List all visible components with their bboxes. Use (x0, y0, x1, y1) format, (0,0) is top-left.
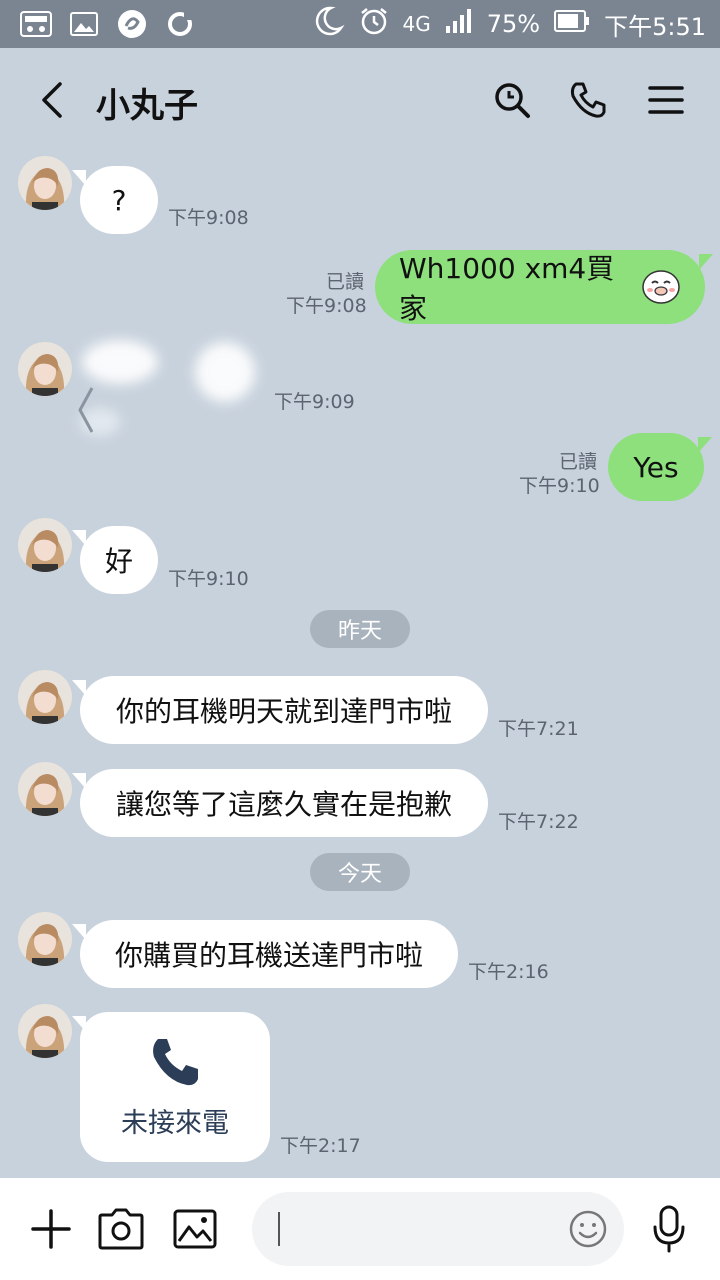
read-receipt: 已讀 下午9:10 (519, 451, 600, 497)
message-text: 你購買的耳機送達門市啦 (114, 939, 423, 972)
contact-avatar[interactable] (18, 912, 72, 966)
contact-avatar[interactable] (18, 1004, 72, 1058)
message-text: 讓您等了這麼久實在是抱歉 (115, 788, 452, 821)
message-bubble[interactable]: ? (72, 166, 158, 234)
message-bubble[interactable]: 你的耳機明天就到達門市啦 (72, 676, 488, 744)
text-caret (278, 1212, 280, 1246)
moon-icon (311, 4, 345, 44)
message-time: 下午7:21 (498, 718, 579, 740)
emoji-icon[interactable] (568, 1209, 608, 1253)
read-receipt: 已讀 下午9:08 (286, 271, 367, 317)
status-bar: 4G 75% 下午5:51 (0, 0, 720, 48)
message-time: 下午9:09 (274, 391, 355, 413)
battery-level: 75% (486, 10, 541, 38)
phone-call-icon (148, 1035, 202, 1089)
camera-icon[interactable] (94, 1202, 148, 1256)
message-bubble[interactable]: Wh1000 xm4買家 (375, 250, 713, 325)
missed-call-card[interactable]: 未接來電 (72, 1012, 270, 1162)
radio-icon (20, 8, 52, 40)
message-text: Yes (633, 450, 679, 484)
menu-icon[interactable] (646, 80, 686, 120)
date-separator: 昨天 (310, 610, 410, 648)
phone-icon[interactable] (568, 80, 608, 120)
message-bubble[interactable]: Yes (608, 433, 712, 501)
contact-avatar[interactable] (18, 156, 72, 210)
contact-avatar[interactable] (18, 762, 72, 816)
clock: 下午5:51 (604, 12, 706, 41)
missed-call-label: 未接來電 (121, 1107, 229, 1139)
microphone-icon[interactable] (642, 1202, 696, 1256)
swirl-app-icon (116, 8, 148, 40)
image-icon[interactable] (168, 1202, 222, 1256)
date-separator: 今天 (310, 853, 410, 891)
message-text: Wh1000 xm4買家 (399, 252, 615, 325)
back-icon[interactable] (34, 78, 74, 122)
network-type: 4G (402, 12, 431, 36)
message-time: 下午2:16 (468, 961, 549, 983)
gallery-icon (68, 8, 100, 40)
message-text: ? (111, 183, 127, 217)
message-time: 下午9:08 (168, 207, 249, 229)
signal-icon (445, 8, 473, 40)
contact-avatar[interactable] (18, 670, 72, 724)
plus-icon[interactable] (24, 1202, 78, 1256)
chat-header: 小丸子 (0, 48, 720, 148)
contact-name[interactable]: 小丸子 (96, 78, 198, 127)
contact-avatar[interactable] (18, 518, 72, 572)
message-time: 下午9:10 (168, 568, 249, 590)
blurred-sticker[interactable] (60, 322, 270, 446)
sync-icon (164, 8, 196, 40)
alarm-icon (359, 6, 389, 42)
search-icon[interactable] (492, 80, 532, 120)
input-bar (0, 1178, 720, 1280)
message-time: 下午2:17 (280, 1135, 361, 1157)
message-text: 你的耳機明天就到達門市啦 (115, 695, 452, 728)
message-input[interactable] (252, 1192, 624, 1266)
message-text: 好 (104, 545, 133, 578)
battery-icon (554, 10, 590, 38)
message-time: 下午7:22 (498, 811, 579, 833)
message-bubble[interactable]: 好 (72, 526, 158, 594)
message-bubble[interactable]: 讓您等了這麼久實在是抱歉 (72, 769, 488, 837)
smiley-emoji-icon (641, 269, 681, 305)
message-bubble[interactable]: 你購買的耳機送達門市啦 (72, 920, 458, 988)
